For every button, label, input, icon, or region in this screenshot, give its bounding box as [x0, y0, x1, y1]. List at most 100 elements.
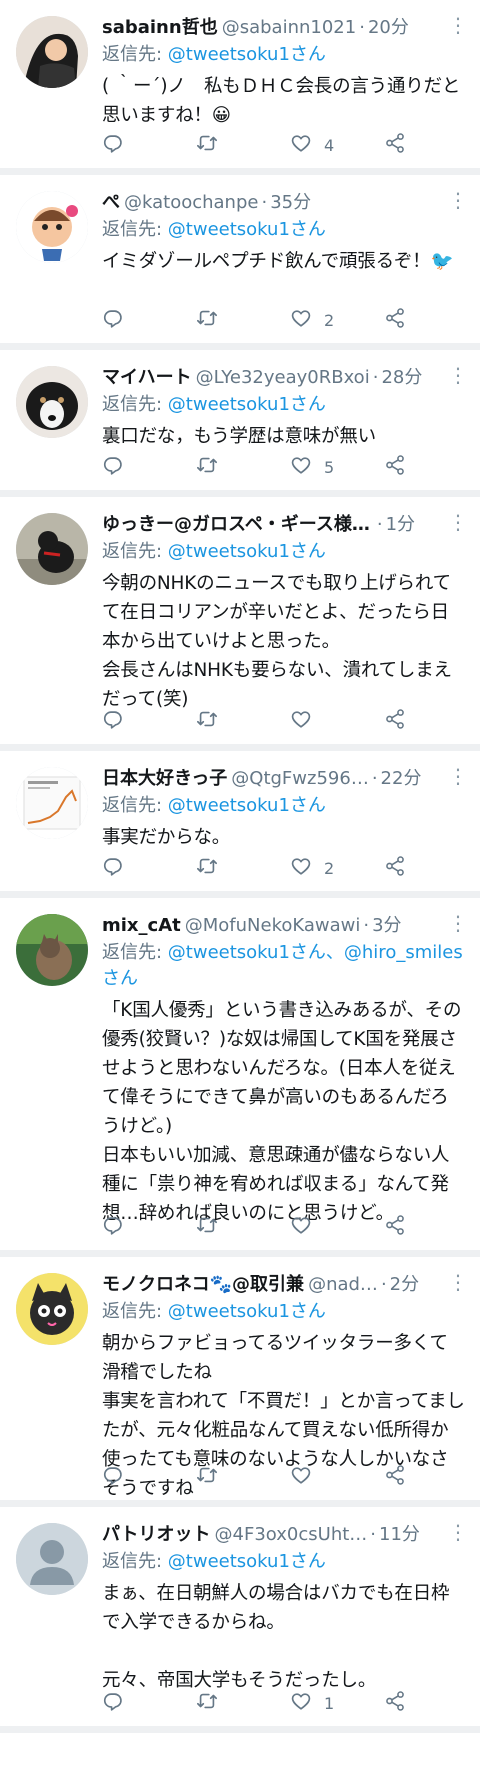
avatar[interactable]: [16, 366, 88, 438]
avatar[interactable]: [16, 1273, 88, 1345]
reply-mention-link[interactable]: @tweetsoku1さん: [168, 394, 326, 415]
retweet-icon: [196, 708, 218, 734]
avatar[interactable]: [16, 767, 88, 839]
display-name[interactable]: マイハート: [102, 364, 192, 392]
display-name[interactable]: mix_cAt: [102, 912, 181, 940]
tweet[interactable]: 日本大好きっ子 @QtgFwz596… · 22分 ⋮ 返信先: @tweetsoku1さ…: [0, 751, 480, 898]
share-button[interactable]: [384, 307, 406, 333]
like-button[interactable]: 5: [290, 454, 384, 480]
retweet-button[interactable]: [196, 708, 290, 734]
timestamp[interactable]: 11分: [379, 1521, 420, 1549]
timestamp[interactable]: 20分: [368, 14, 409, 42]
share-icon: [384, 1690, 406, 1716]
tweet[interactable]: マイハート @LYe32yeay0RBxoi · 28分 ⋮ 返信先: @tweetsok…: [0, 350, 480, 497]
reply-button[interactable]: [102, 708, 196, 734]
user-handle[interactable]: @sabainn1021: [222, 14, 357, 42]
reply-icon: [102, 1464, 124, 1490]
share-button[interactable]: [384, 855, 406, 881]
reply-label: 返信先:: [102, 394, 168, 415]
avatar[interactable]: [16, 914, 88, 986]
tweet[interactable]: パトリオット @4F3ox0csUht… · 11分 ⋮ 返信先: @tweetsoku1…: [0, 1507, 480, 1733]
like-button[interactable]: 2: [290, 307, 384, 333]
user-handle[interactable]: @MofuNekoKawawi: [185, 912, 361, 940]
like-button[interactable]: [290, 708, 384, 734]
user-handle[interactable]: @nad…: [308, 1271, 378, 1299]
display-name[interactable]: パトリオット: [102, 1521, 211, 1549]
display-name[interactable]: 日本大好きっ子: [102, 765, 227, 793]
like-button[interactable]: [290, 1464, 384, 1490]
avatar[interactable]: [16, 16, 88, 88]
share-button[interactable]: [384, 1690, 406, 1716]
reply-button[interactable]: [102, 855, 196, 881]
reply-mention-link[interactable]: @tweetsoku1さん: [168, 1301, 326, 1322]
tweet[interactable]: ぺ @katoochanpe · 35分 ⋮ 返信先: @tweetsoku1さん イミダゾ…: [0, 175, 480, 350]
avatar[interactable]: [16, 513, 88, 585]
like-button[interactable]: 2: [290, 855, 384, 881]
chevron-down-icon[interactable]: ⋮: [448, 511, 468, 539]
timestamp[interactable]: 35分: [270, 189, 311, 217]
reply-button[interactable]: [102, 1464, 196, 1490]
retweet-button[interactable]: [196, 454, 290, 480]
like-count: 5: [324, 457, 335, 477]
reply-mention-link[interactable]: @tweetsoku1さん: [168, 1551, 326, 1572]
user-handle[interactable]: @katoochanpe: [124, 189, 258, 217]
like-count: 2: [324, 310, 335, 330]
timestamp[interactable]: 28分: [381, 364, 422, 392]
share-button[interactable]: [384, 132, 406, 158]
like-button[interactable]: 4: [290, 132, 384, 158]
tweet[interactable]: mix_cAt @MofuNekoKawawi · 3分 ⋮ 返信先: @tweetsok…: [0, 898, 480, 1257]
chevron-down-icon[interactable]: ⋮: [448, 1271, 468, 1299]
timestamp[interactable]: 2分: [390, 1271, 419, 1299]
timestamp[interactable]: 1分: [386, 511, 415, 539]
retweet-button[interactable]: [196, 1690, 290, 1716]
tweet[interactable]: ゆっきー@ガロスペ・ギース様… · 1分 ⋮ 返信先: @tweetsoku1さん 今朝の…: [0, 497, 480, 751]
tweet[interactable]: sabainn哲也 @sabainn1021 · 20分 ⋮ 返信先: @tweetsok…: [0, 0, 480, 175]
tweet-actions: [102, 708, 460, 734]
timestamp[interactable]: 3分: [372, 912, 401, 940]
chevron-down-icon[interactable]: ⋮: [448, 912, 468, 940]
tweet-header: 日本大好きっ子 @QtgFwz596… · 22分 ⋮: [102, 765, 468, 793]
retweet-button[interactable]: [196, 1214, 290, 1240]
user-handle[interactable]: @LYe32yeay0RBxoi: [196, 364, 370, 392]
like-button[interactable]: 1: [290, 1690, 384, 1716]
timestamp[interactable]: 22分: [381, 765, 422, 793]
retweet-button[interactable]: [196, 1464, 290, 1490]
user-handle[interactable]: @QtgFwz596…: [231, 765, 369, 793]
share-button[interactable]: [384, 454, 406, 480]
tweet[interactable]: モノクロネコ🐾@取引兼 @nad… · 2分 ⋮ 返信先: @tweetsoku1さん 朝か…: [0, 1257, 480, 1507]
user-handle[interactable]: @4F3ox0csUht…: [215, 1521, 368, 1549]
tweet-body: 日本大好きっ子 @QtgFwz596… · 22分 ⋮ 返信先: @tweetsoku1さ…: [102, 765, 468, 852]
display-name[interactable]: ぺ: [102, 189, 120, 217]
chevron-down-icon[interactable]: ⋮: [448, 14, 468, 42]
reply-button[interactable]: [102, 307, 196, 333]
retweet-icon: [196, 132, 218, 158]
tweet-header: パトリオット @4F3ox0csUht… · 11分 ⋮: [102, 1521, 468, 1549]
retweet-button[interactable]: [196, 132, 290, 158]
avatar[interactable]: [16, 1523, 88, 1595]
reply-mention-link[interactable]: @tweetsoku1さん: [168, 795, 326, 816]
chevron-down-icon[interactable]: ⋮: [448, 189, 468, 217]
reply-button[interactable]: [102, 1214, 196, 1240]
display-name[interactable]: ゆっきー@ガロスペ・ギース様…: [102, 511, 370, 539]
reply-mention-link[interactable]: @tweetsoku1さん: [168, 219, 326, 240]
share-icon: [384, 1464, 406, 1490]
avatar[interactable]: [16, 191, 88, 263]
reply-button[interactable]: [102, 1690, 196, 1716]
share-button[interactable]: [384, 1464, 406, 1490]
heart-icon: [290, 454, 312, 480]
reply-button[interactable]: [102, 132, 196, 158]
display-name[interactable]: モノクロネコ🐾@取引兼: [102, 1271, 304, 1299]
like-button[interactable]: [290, 1214, 384, 1240]
reply-context: 返信先: @tweetsoku1さん: [102, 1549, 466, 1577]
chevron-down-icon[interactable]: ⋮: [448, 765, 468, 793]
reply-mention-link[interactable]: @tweetsoku1さん: [168, 44, 326, 65]
share-button[interactable]: [384, 708, 406, 734]
chevron-down-icon[interactable]: ⋮: [448, 364, 468, 392]
reply-mention-link[interactable]: @tweetsoku1さん: [168, 541, 326, 562]
reply-button[interactable]: [102, 454, 196, 480]
retweet-button[interactable]: [196, 307, 290, 333]
display-name[interactable]: sabainn哲也: [102, 14, 218, 42]
retweet-button[interactable]: [196, 855, 290, 881]
chevron-down-icon[interactable]: ⋮: [448, 1521, 468, 1549]
share-button[interactable]: [384, 1214, 406, 1240]
